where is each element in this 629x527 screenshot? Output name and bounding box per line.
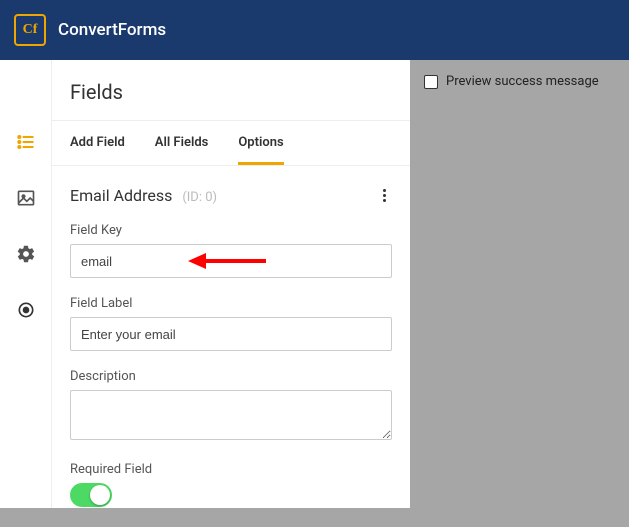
field-type-title: Email Address — [70, 186, 172, 205]
description-textarea[interactable] — [70, 390, 392, 440]
image-icon[interactable] — [16, 188, 36, 212]
tab-all-fields[interactable]: All Fields — [155, 121, 209, 165]
fields-list-icon[interactable] — [16, 132, 36, 156]
preview-success-checkbox[interactable] — [424, 75, 438, 89]
required-field-toggle[interactable] — [70, 483, 112, 507]
gear-icon[interactable] — [16, 244, 36, 268]
required-field-label: Required Field — [70, 462, 392, 477]
field-key-label: Field Key — [70, 223, 392, 238]
side-rail — [0, 60, 52, 508]
field-label-input[interactable] — [70, 317, 392, 351]
description-label: Description — [70, 369, 392, 384]
target-icon[interactable] — [16, 300, 36, 324]
preview-pane: Preview success message — [410, 60, 629, 508]
kebab-menu-icon[interactable] — [376, 188, 392, 204]
panel-title: Fields — [52, 60, 410, 121]
brand-name: ConvertForms — [58, 20, 166, 40]
preview-success-label: Preview success message — [446, 74, 599, 89]
logo-icon: Cf — [14, 14, 46, 46]
tab-add-field[interactable]: Add Field — [70, 121, 125, 165]
field-label-label: Field Label — [70, 296, 392, 311]
top-bar: Cf ConvertForms — [0, 0, 629, 60]
tabs: Add Field All Fields Options — [52, 121, 410, 166]
tab-options[interactable]: Options — [238, 121, 283, 165]
section-heading: Email Address (ID: 0) — [70, 186, 217, 205]
field-key-input[interactable] — [70, 244, 392, 278]
fields-panel: Fields Add Field All Fields Options Emai… — [52, 60, 410, 508]
field-id-label: (ID: 0) — [182, 190, 217, 205]
